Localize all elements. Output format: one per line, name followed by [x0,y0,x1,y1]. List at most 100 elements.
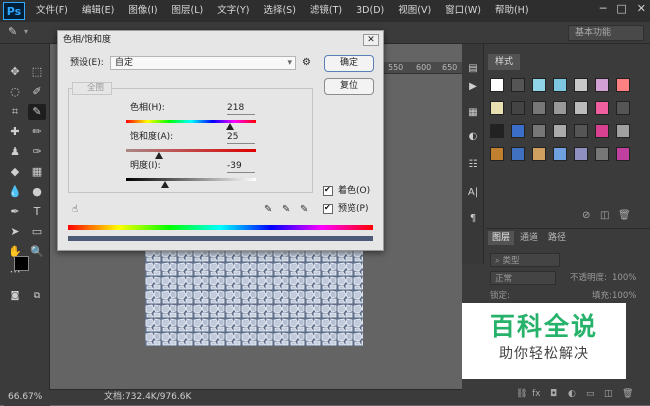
reset-button[interactable]: 复位 [324,78,374,95]
style-swatch[interactable] [532,101,546,115]
delete-style-icon[interactable]: 🗑 [618,210,631,221]
hue-value-input[interactable]: 218 [227,103,255,115]
menu-window[interactable]: 窗口(W) [438,0,488,22]
character-icon[interactable]: A| [466,186,480,200]
hue-slider-knob[interactable] [226,123,234,130]
new-layer-icon[interactable]: ◫ [604,389,613,399]
dialog-close-button[interactable]: ✕ [363,34,379,46]
eyedropper-icon[interactable]: ✎ [8,25,17,38]
menu-layer[interactable]: 图层(L) [165,0,211,22]
style-swatch[interactable] [574,78,588,92]
eyedropper-tool-icon[interactable]: ✎ [28,104,46,120]
style-swatch[interactable] [616,147,630,161]
lightness-slider-track[interactable] [126,178,256,181]
hue-slider-track[interactable] [126,120,256,123]
fill-value[interactable]: 100% [612,289,636,303]
pen-tool-icon[interactable]: ✒ [6,204,24,220]
style-swatch[interactable] [490,101,504,115]
gear-icon[interactable]: ⚙ [302,57,311,68]
style-swatch[interactable] [616,101,630,115]
stamp-tool-icon[interactable]: ♟ [6,144,24,160]
close-window-button[interactable]: ✕ [637,2,646,15]
menu-file[interactable]: 文件(F) [29,0,75,22]
document-canvas[interactable] [145,248,363,346]
tab-styles[interactable]: 样式 [488,54,520,70]
fx-icon[interactable]: fx [532,389,541,399]
style-swatch[interactable] [574,124,588,138]
menu-view[interactable]: 视图(V) [391,0,438,22]
style-swatch[interactable] [532,78,546,92]
properties-icon[interactable]: ☷ [466,158,480,172]
lasso-tool-icon[interactable]: ◌ [6,84,24,100]
dialog-titlebar[interactable]: 色相/饱和度 ✕ [58,31,383,49]
eyedropper-plus-icon[interactable]: ✎ [282,204,290,215]
folder-icon[interactable]: ▭ [586,389,595,399]
swatches-icon[interactable]: ▦ [466,106,480,120]
edit-range-select[interactable]: 全图 [72,82,112,95]
preset-select[interactable]: 自定 ▾ [110,56,296,70]
menu-image[interactable]: 图像(I) [121,0,164,22]
zoom-tool-icon[interactable]: 🔍 [28,244,46,260]
paragraph-icon[interactable]: ¶ [466,212,480,226]
style-swatch[interactable] [616,78,630,92]
style-swatch[interactable] [511,78,525,92]
type-tool-icon[interactable]: T [28,204,46,220]
style-swatch[interactable] [532,124,546,138]
screen-mode-icon[interactable]: ⧉ [28,288,46,304]
adjustment-layer-icon[interactable]: ◐ [568,389,576,399]
style-swatch[interactable] [595,78,609,92]
lightness-value-input[interactable]: -39 [227,161,255,173]
maximize-button[interactable]: □ [616,2,626,15]
minimize-button[interactable]: ─ [600,2,607,15]
mask-icon[interactable]: ◘ [550,389,557,399]
tab-channels[interactable]: 通道 [516,231,542,245]
menu-help[interactable]: 帮助(H) [488,0,536,22]
new-style-icon[interactable]: ◫ [600,210,609,221]
saturation-value-input[interactable]: 25 [227,132,255,144]
chevron-down-icon[interactable]: ▾ [24,27,28,36]
style-swatch[interactable] [490,147,504,161]
menu-filter[interactable]: 滤镜(T) [303,0,349,22]
brush-tool-icon[interactable]: ✏ [28,124,46,140]
ok-button[interactable]: 确定 [324,55,374,72]
colorize-checkbox[interactable] [323,185,333,196]
menu-type[interactable]: 文字(Y) [210,0,256,22]
crop-tool-icon[interactable]: ⌗ [6,104,24,120]
shape-tool-icon[interactable]: ▭ [28,224,46,240]
style-swatch[interactable] [574,101,588,115]
foreground-color-swatch[interactable] [14,256,29,271]
menu-select[interactable]: 选择(S) [256,0,302,22]
menu-3d[interactable]: 3D(D) [349,0,391,22]
history-icon[interactable]: ▤ [466,62,480,76]
saturation-slider-knob[interactable] [154,152,163,159]
marquee-tool-icon[interactable]: ⬚ [28,64,46,80]
eyedropper-minus-icon[interactable]: ✎ [300,204,308,215]
clear-style-icon[interactable]: ⊘ [582,210,590,221]
style-swatch[interactable] [490,124,504,138]
tab-paths[interactable]: 路径 [544,231,570,245]
menu-edit[interactable]: 编辑(E) [75,0,121,22]
workspace-select[interactable]: 基本功能 [568,25,644,41]
targeted-adjust-hand-icon[interactable]: ☝ [72,204,78,215]
style-swatch[interactable] [595,147,609,161]
style-swatch[interactable] [511,101,525,115]
delete-layer-icon[interactable]: 🗑 [622,389,633,399]
style-swatch[interactable] [595,101,609,115]
style-swatch[interactable] [511,147,525,161]
gradient-tool-icon[interactable]: ▦ [28,164,46,180]
style-swatch[interactable] [553,78,567,92]
style-swatch[interactable] [616,124,630,138]
style-swatch[interactable] [490,78,504,92]
dodge-tool-icon[interactable]: ● [28,184,46,200]
eyedropper-icon[interactable]: ✎ [264,204,272,215]
quick-mask-icon[interactable]: ◙ [6,288,24,304]
path-select-tool-icon[interactable]: ➤ [6,224,24,240]
opacity-value[interactable]: 100% [612,271,636,285]
layer-kind-filter[interactable]: ⌕ 类型 [490,253,560,267]
blend-mode-select[interactable]: 正常 [490,271,556,285]
style-swatch[interactable] [553,124,567,138]
style-swatch[interactable] [553,101,567,115]
style-swatch[interactable] [553,147,567,161]
style-swatch[interactable] [595,124,609,138]
style-swatch[interactable] [511,124,525,138]
